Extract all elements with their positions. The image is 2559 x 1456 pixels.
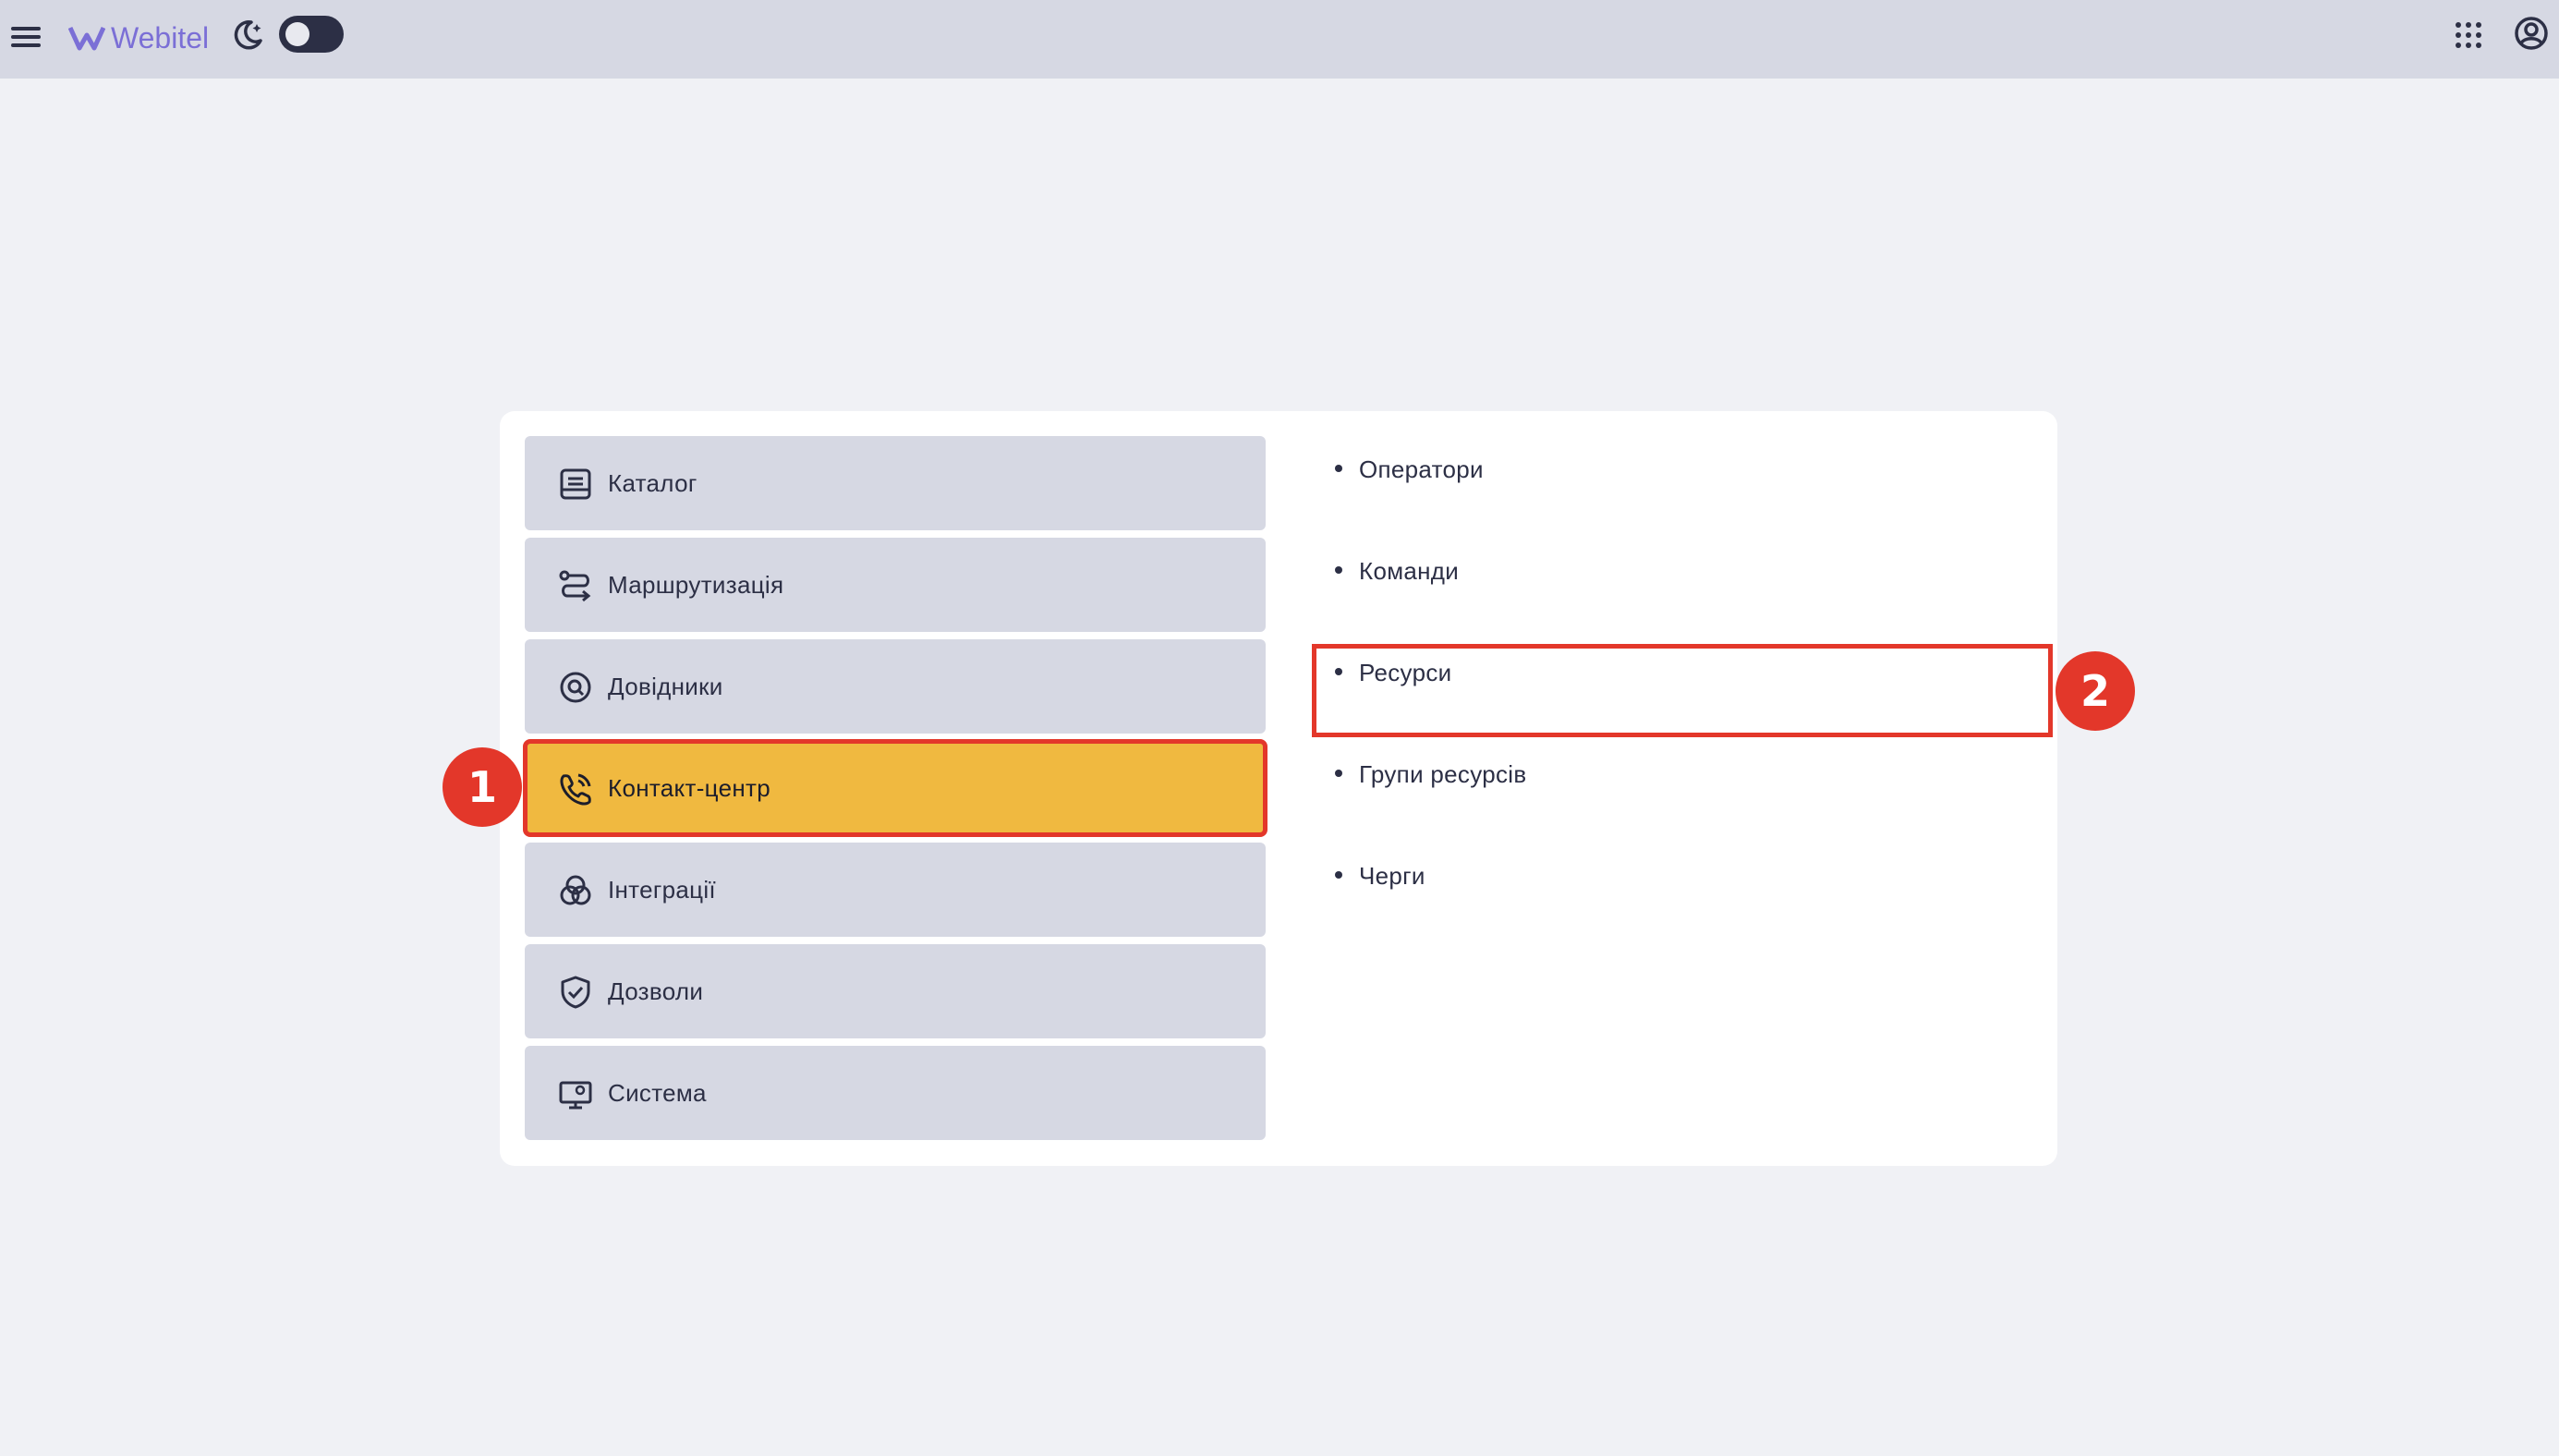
- annotation-badge-2: 2: [2056, 651, 2135, 731]
- submenu-item-label: Оператори: [1359, 455, 1484, 483]
- submenu-item-label: Черги: [1359, 862, 1425, 890]
- account-icon[interactable]: [2513, 15, 2550, 52]
- bullet: [1335, 566, 1342, 575]
- theme-toggle[interactable]: [279, 16, 344, 53]
- menu-icon[interactable]: [7, 18, 44, 55]
- submenu-item-teams[interactable]: Команди: [1335, 557, 1459, 613]
- nav-item-label: Дозволи: [608, 977, 704, 1005]
- directory-search-icon: [560, 672, 591, 703]
- nav-item-label: Маршрутизація: [608, 571, 784, 599]
- nav-item-system[interactable]: Система: [525, 1046, 1266, 1140]
- nav-item-directories[interactable]: Довідники: [525, 639, 1266, 734]
- nav-item-label: Контакт-центр: [608, 774, 770, 802]
- nav-item-catalog[interactable]: Каталог: [525, 436, 1266, 530]
- top-bar: Webitel: [0, 0, 2559, 79]
- annotation-badge-1: 1: [443, 747, 522, 827]
- shield-check-icon: [561, 976, 590, 1009]
- phone-icon: [560, 773, 591, 806]
- submenu-item-operators[interactable]: Оператори: [1335, 455, 1484, 511]
- toggle-knob: [285, 22, 309, 46]
- nav-item-label: Довідники: [608, 673, 723, 700]
- logo[interactable]: Webitel: [68, 17, 209, 59]
- system-monitor-icon: [559, 1081, 592, 1110]
- integrations-icon: [560, 875, 591, 905]
- nav-item-contact-center[interactable]: Контакт-центр: [523, 739, 1267, 837]
- submenu-item-label: Команди: [1359, 557, 1460, 585]
- nav-item-permissions[interactable]: Дозволи: [525, 944, 1266, 1038]
- submenu-item-resource-groups[interactable]: Групи ресурсів: [1335, 760, 1527, 816]
- webitel-logo-icon: [68, 26, 105, 51]
- nav-item-label: Система: [608, 1079, 707, 1107]
- moon-icon: [234, 20, 262, 50]
- catalog-icon: [560, 468, 591, 500]
- bullet: [1335, 465, 1342, 473]
- logo-text: Webitel: [111, 20, 210, 55]
- annotation-highlight-resources: [1312, 644, 2053, 737]
- apps-grid-icon[interactable]: [2454, 20, 2483, 50]
- submenu-item-label: Групи ресурсів: [1359, 760, 1527, 788]
- nav-item-integrations[interactable]: Інтеграції: [525, 843, 1266, 937]
- nav-item-label: Інтеграції: [608, 876, 716, 904]
- nav-item-label: Каталог: [608, 469, 697, 497]
- bullet: [1335, 871, 1342, 880]
- routing-icon: [559, 570, 591, 602]
- submenu-item-queues[interactable]: Черги: [1335, 862, 1425, 917]
- bullet: [1335, 770, 1342, 778]
- nav-item-routing[interactable]: Маршрутизація: [525, 538, 1266, 632]
